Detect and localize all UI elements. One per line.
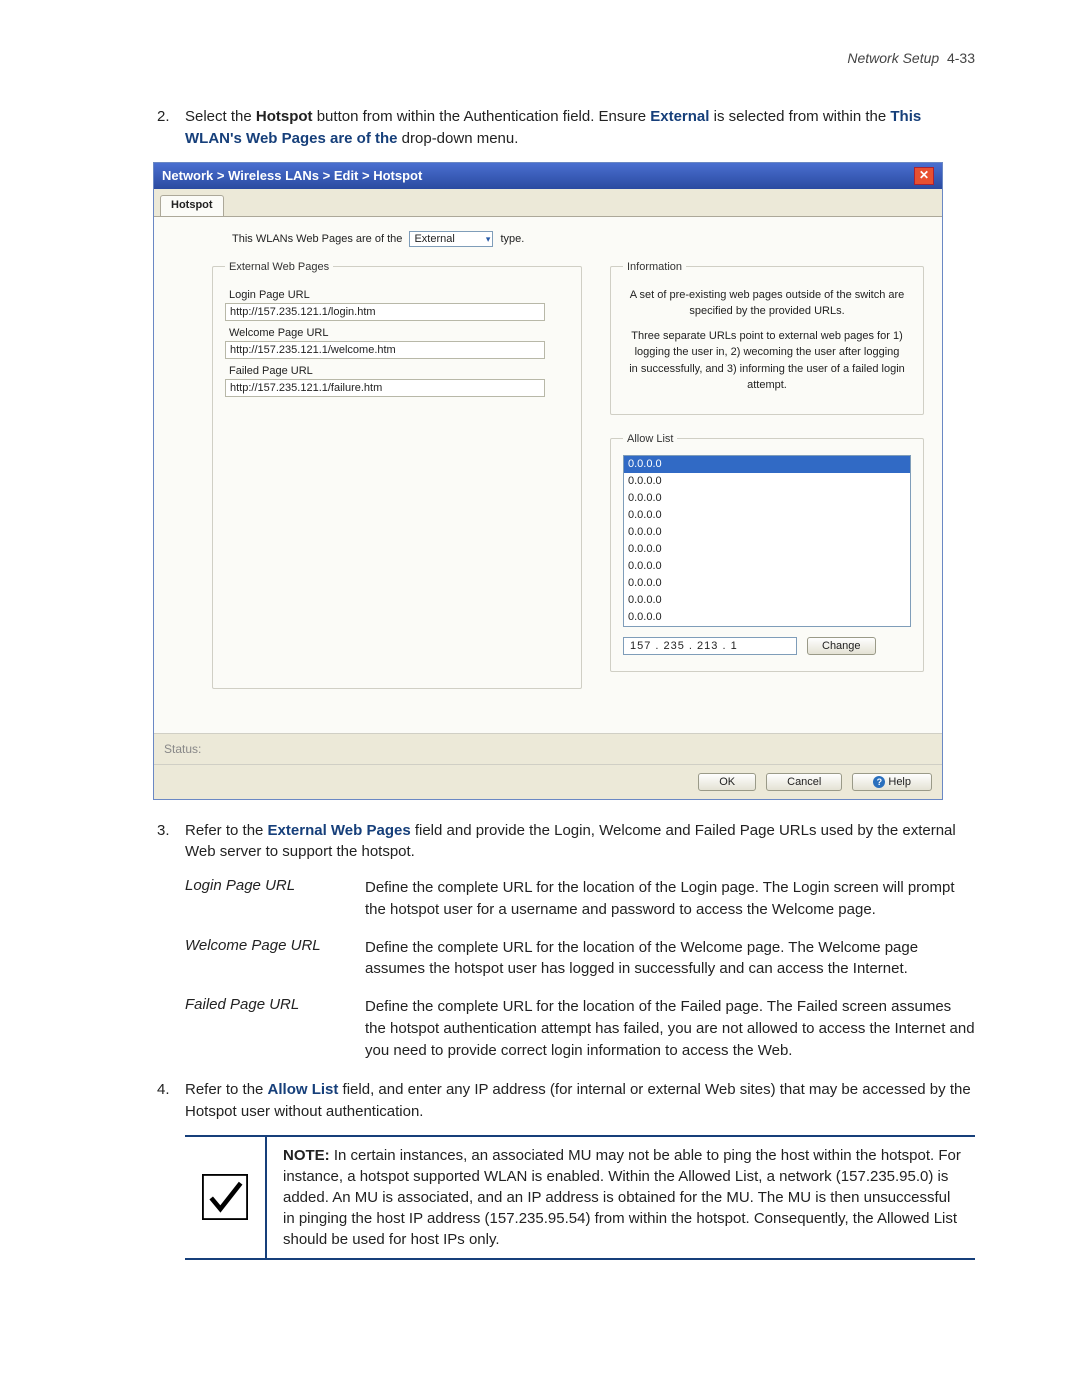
def-desc-welcome: Define the complete URL for the location…: [365, 937, 975, 981]
webpages-type-line: This WLANs Web Pages are of the External…: [232, 231, 924, 247]
def-term-welcome: Welcome Page URL: [185, 937, 365, 981]
failed-url-input[interactable]: [225, 379, 545, 397]
header-section: Network Setup: [847, 50, 939, 66]
hotspot-term: Hotspot: [256, 108, 313, 125]
note-box: NOTE: In certain instances, an associate…: [185, 1135, 975, 1260]
def-term-login: Login Page URL: [185, 877, 365, 921]
list-item[interactable]: 0.0.0.0: [624, 541, 910, 558]
list-item[interactable]: 0.0.0.0: [624, 524, 910, 541]
chevron-down-icon: ▾: [486, 234, 491, 245]
external-web-pages-group: External Web Pages Login Page URL Welcom…: [212, 261, 582, 689]
step-3: 3.Refer to the External Web Pages field …: [105, 820, 975, 864]
tab-hotspot[interactable]: Hotspot: [160, 195, 224, 216]
welcome-url-label: Welcome Page URL: [229, 327, 569, 339]
external-web-pages-term: External Web Pages: [268, 822, 411, 839]
welcome-url-input[interactable]: [225, 341, 545, 359]
failed-url-label: Failed Page URL: [229, 365, 569, 377]
close-icon[interactable]: ✕: [914, 167, 934, 185]
list-item[interactable]: 0.0.0.0: [624, 473, 910, 490]
check-icon: [202, 1174, 248, 1220]
dialog-footer: OK Cancel ?Help: [154, 764, 942, 799]
info-text-2: Three separate URLs point to external we…: [623, 324, 911, 398]
help-icon: ?: [873, 776, 885, 788]
def-term-failed: Failed Page URL: [185, 996, 365, 1061]
allow-list-term: Allow List: [268, 1081, 339, 1098]
step-4: 4.Refer to the Allow List field, and ent…: [105, 1079, 975, 1123]
help-button[interactable]: ?Help: [852, 773, 932, 791]
information-group: Information A set of pre-existing web pa…: [610, 261, 924, 415]
list-item[interactable]: 0.0.0.0: [624, 507, 910, 524]
step-2: 2.Select the Hotspot button from within …: [105, 106, 975, 150]
list-item[interactable]: 0.0.0.0: [624, 558, 910, 575]
list-item[interactable]: 0.0.0.0: [624, 575, 910, 592]
status-bar: Status:: [154, 733, 942, 764]
dialog-titlebar: Network > Wireless LANs > Edit > Hotspot…: [154, 163, 942, 189]
list-item[interactable]: 0.0.0.0: [624, 456, 910, 473]
ip-input[interactable]: 157 . 235 . 213 . 1: [623, 637, 797, 655]
info-text-1: A set of pre-existing web pages outside …: [623, 283, 911, 324]
def-desc-login: Define the complete URL for the location…: [365, 877, 975, 921]
cancel-button[interactable]: Cancel: [766, 773, 842, 791]
tab-row: Hotspot: [154, 189, 942, 217]
header-page: 4-33: [947, 50, 975, 66]
note-icon-cell: [185, 1137, 267, 1258]
allow-list[interactable]: 0.0.0.0 0.0.0.0 0.0.0.0 0.0.0.0 0.0.0.0 …: [623, 455, 911, 627]
list-item[interactable]: 0.0.0.0: [624, 490, 910, 507]
list-item[interactable]: 0.0.0.0: [624, 609, 910, 626]
list-item[interactable]: 0.0.0.0: [624, 592, 910, 609]
hotspot-dialog: Network > Wireless LANs > Edit > Hotspot…: [153, 162, 943, 800]
change-button[interactable]: Change: [807, 637, 876, 655]
external-term: External: [650, 108, 709, 125]
login-url-input[interactable]: [225, 303, 545, 321]
webpages-type-select[interactable]: External ▾: [409, 231, 493, 247]
allow-list-group: Allow List 0.0.0.0 0.0.0.0 0.0.0.0 0.0.0…: [610, 433, 924, 672]
note-text: NOTE: In certain instances, an associate…: [267, 1137, 975, 1258]
page-header: Network Setup 4-33: [105, 50, 975, 66]
def-desc-failed: Define the complete URL for the location…: [365, 996, 975, 1061]
ok-button[interactable]: OK: [698, 773, 756, 791]
breadcrumb: Network > Wireless LANs > Edit > Hotspot: [162, 168, 422, 183]
definition-table: Login Page URL Define the complete URL f…: [185, 877, 975, 1061]
login-url-label: Login Page URL: [229, 289, 569, 301]
